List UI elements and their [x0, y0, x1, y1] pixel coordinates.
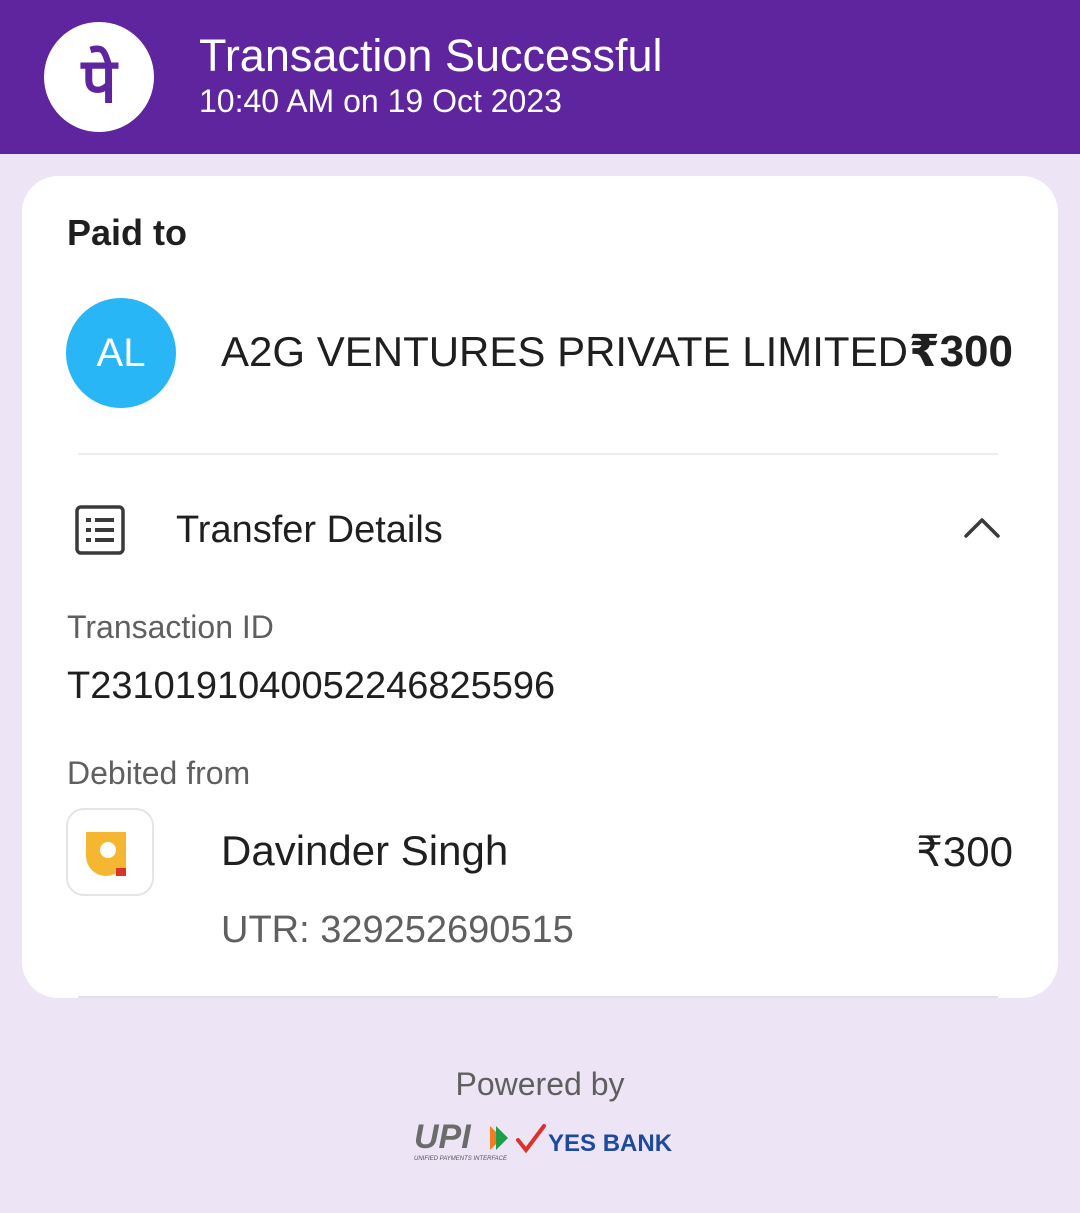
account-holder-name: Davinder Singh — [221, 827, 509, 874]
partner-logos: UPI UNIFIED PAYMENTS INTERFACE YES BANK — [410, 1118, 680, 1164]
svg-text:पे: पे — [80, 44, 119, 117]
svg-text:YES BANK: YES BANK — [548, 1130, 673, 1157]
payee-name: A2G VENTURES PRIVATE LIMITED — [221, 328, 908, 375]
pnb-bank-logo-icon — [66, 808, 154, 896]
paid-to-label: Paid to — [67, 212, 188, 253]
receipt-list-icon — [74, 504, 126, 556]
transaction-timestamp: 10:40 AM on 19 Oct 2023 — [199, 83, 562, 119]
svg-text:UNIFIED PAYMENTS INTERFACE: UNIFIED PAYMENTS INTERFACE — [414, 1156, 508, 1162]
transaction-id-label: Transaction ID — [67, 609, 274, 645]
svg-text:UPI: UPI — [414, 1118, 472, 1156]
chevron-up-icon[interactable] — [962, 514, 1002, 542]
utr-number: UTR: 329252690515 — [221, 909, 574, 951]
powered-by-label: Powered by — [455, 1066, 625, 1102]
payee-avatar: AL — [66, 298, 176, 408]
transaction-id-value: T2310191040052246825596 — [67, 665, 556, 707]
phonepe-logo-icon: पे — [44, 22, 154, 132]
divider — [78, 996, 998, 998]
debited-amount: ₹300 — [916, 828, 1013, 875]
debited-from-label: Debited from — [67, 755, 251, 791]
payee-amount: ₹300 — [908, 327, 1013, 376]
upi-yesbank-logo-icon: UPI UNIFIED PAYMENTS INTERFACE YES BANK — [414, 1118, 673, 1162]
status-title: Transaction Successful — [199, 30, 663, 81]
avatar-initials: AL — [96, 330, 146, 375]
transaction-card: Paid to AL A2G VENTURES PRIVATE LIMITED … — [22, 176, 1058, 998]
transfer-details-title[interactable]: Transfer Details — [176, 509, 443, 552]
app-header: पे Transaction Successful 10:40 AM on 19… — [0, 0, 1080, 154]
divider — [78, 453, 998, 455]
